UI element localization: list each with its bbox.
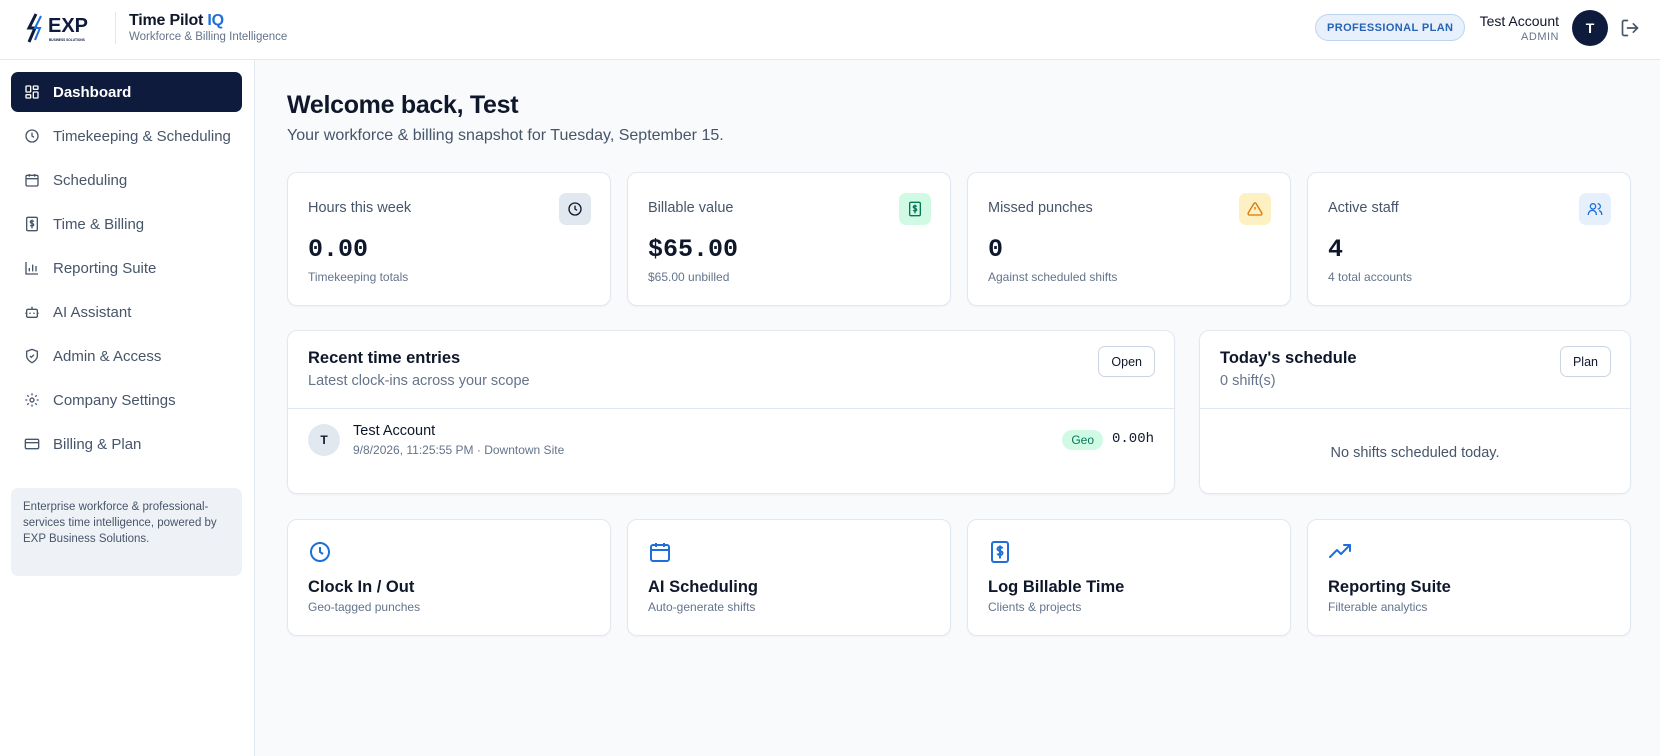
sidebar-item-label: AI Assistant	[53, 303, 132, 321]
shield-icon	[24, 348, 40, 364]
sidebar-item-company-settings[interactable]: Company Settings	[11, 380, 242, 420]
panel-title: Recent time entries	[308, 349, 461, 367]
logout-icon[interactable]	[1620, 18, 1640, 38]
sidebar-item-billing-plan[interactable]: Billing & Plan	[11, 424, 242, 464]
quick-action-subtitle: Auto-generate shifts	[648, 600, 756, 614]
stat-label: Hours this week	[308, 200, 412, 216]
svg-text:BUSINESS SOLUTIONS: BUSINESS SOLUTIONS	[49, 38, 85, 42]
sidebar-item-ai-assistant[interactable]: AI Assistant	[11, 292, 242, 332]
stat-sub: Timekeeping totals	[308, 270, 409, 284]
sidebar-item-dashboard[interactable]: Dashboard	[11, 72, 242, 112]
bot-icon	[24, 304, 40, 320]
geo-badge: Geo	[1062, 430, 1103, 450]
quick-action-title: Reporting Suite	[1328, 578, 1451, 596]
sidebar-item-label: Time & Billing	[53, 215, 145, 233]
sidebar-item-label: Timekeeping & Scheduling	[53, 127, 231, 145]
stat-value: $65.00	[648, 235, 739, 264]
exp-logo[interactable]: EXP BUSINESS SOLUTIONS	[26, 12, 98, 44]
clock-icon	[559, 193, 591, 225]
sidebar: Dashboard Timekeeping & Scheduling Sched…	[0, 60, 255, 756]
dollar-receipt-icon	[24, 216, 40, 232]
plan-button[interactable]: Plan	[1559, 346, 1611, 377]
quick-action-title: AI Scheduling	[648, 578, 759, 596]
empty-state: No shifts scheduled today.	[1330, 445, 1500, 461]
stat-value: 0	[988, 235, 1004, 264]
sidebar-item-label: Company Settings	[53, 391, 176, 409]
sidebar-item-time-billing[interactable]: Time & Billing	[11, 204, 242, 244]
dashboard-icon	[24, 84, 40, 100]
sidebar-item-label: Dashboard	[53, 83, 132, 101]
stat-card-active-staff: Active staff 4 4 total accounts	[1307, 172, 1631, 306]
quick-action-subtitle: Filterable analytics	[1328, 600, 1428, 614]
dollar-receipt-icon	[991, 541, 1009, 563]
header-divider	[115, 12, 116, 44]
quick-action-log-billable[interactable]: Log Billable Time Clients & projects	[967, 519, 1291, 636]
svg-text:EXP: EXP	[48, 15, 88, 37]
quick-action-subtitle: Geo-tagged punches	[308, 600, 421, 614]
sidebar-item-timekeeping-scheduling[interactable]: Timekeeping & Scheduling	[11, 116, 242, 156]
stat-sub: 4 total accounts	[1328, 270, 1413, 284]
sidebar-item-label: Admin & Access	[53, 347, 162, 365]
stat-value: 0.00	[308, 235, 369, 264]
sidebar-item-label: Scheduling	[53, 171, 128, 189]
schedule-panel: Today's schedule 0 shift(s) Plan No shif…	[1199, 330, 1631, 494]
user-role: ADMIN	[1521, 31, 1559, 43]
sidebar-item-scheduling[interactable]: Scheduling	[11, 160, 242, 200]
dollar-receipt-icon	[899, 193, 931, 225]
sidebar-item-label: Reporting Suite	[53, 259, 157, 277]
user-avatar[interactable]: T	[1572, 10, 1608, 46]
stat-value: 4	[1328, 235, 1344, 264]
quick-action-reporting[interactable]: Reporting Suite Filterable analytics	[1307, 519, 1631, 636]
warning-icon	[1239, 193, 1271, 225]
gear-icon	[24, 392, 40, 408]
sidebar-note: Enterprise workforce & professional-serv…	[11, 488, 242, 576]
clock-icon	[310, 542, 330, 562]
panel-divider	[1200, 408, 1630, 409]
stat-label: Active staff	[1328, 200, 1399, 216]
stat-card-hours: Hours this week 0.00 Timekeeping totals	[287, 172, 611, 306]
panel-subtitle: Latest clock-ins across your scope	[308, 373, 530, 389]
sidebar-item-admin-access[interactable]: Admin & Access	[11, 336, 242, 376]
entry-meta: 9/8/2026, 11:25:55 PM · Downtown Site	[353, 443, 565, 457]
stat-card-billable: Billable value $65.00 $65.00 unbilled	[627, 172, 951, 306]
stat-card-missed: Missed punches 0 Against scheduled shift…	[967, 172, 1291, 306]
quick-action-subtitle: Clients & projects	[988, 600, 1082, 614]
quick-action-title: Log Billable Time	[988, 578, 1125, 596]
quick-action-title: Clock In / Out	[308, 578, 415, 596]
plan-badge[interactable]: PROFESSIONAL PLAN	[1315, 14, 1466, 41]
panel-subtitle: 0 shift(s)	[1220, 373, 1276, 389]
app-subtitle: Workforce & Billing Intelligence	[129, 31, 288, 43]
stat-sub: $65.00 unbilled	[648, 270, 730, 284]
entry-hours: 0.00h	[1111, 431, 1154, 447]
top-bar: EXP BUSINESS SOLUTIONS Time Pilot IQ Wor…	[0, 0, 1660, 60]
sidebar-item-reporting-suite[interactable]: Reporting Suite	[11, 248, 242, 288]
entry-name[interactable]: Test Account	[353, 423, 435, 439]
clock-icon	[24, 128, 40, 144]
bar-chart-icon	[24, 260, 40, 276]
page-subtitle: Your workforce & billing snapshot for Tu…	[287, 127, 724, 144]
sidebar-item-label: Billing & Plan	[53, 435, 142, 453]
stat-label: Billable value	[648, 200, 734, 216]
panel-divider	[288, 408, 1174, 409]
entry-avatar: T	[308, 424, 340, 456]
users-icon	[1579, 193, 1611, 225]
trending-up-icon	[1329, 544, 1351, 558]
calendar-icon	[24, 172, 40, 188]
recent-entries-panel: Recent time entries Latest clock-ins acr…	[287, 330, 1175, 494]
page-title: Welcome back, Test	[287, 91, 519, 119]
user-name: Test Account	[1479, 13, 1559, 29]
quick-action-clock-in[interactable]: Clock In / Out Geo-tagged punches	[287, 519, 611, 636]
open-button[interactable]: Open	[1098, 346, 1155, 377]
stat-label: Missed punches	[988, 200, 1093, 216]
stat-sub: Against scheduled shifts	[988, 270, 1118, 284]
credit-card-icon	[24, 436, 40, 452]
app-title: Time Pilot IQ	[129, 12, 224, 29]
quick-action-ai-scheduling[interactable]: AI Scheduling Auto-generate shifts	[627, 519, 951, 636]
calendar-icon	[650, 543, 670, 562]
panel-title: Today's schedule	[1220, 349, 1357, 367]
